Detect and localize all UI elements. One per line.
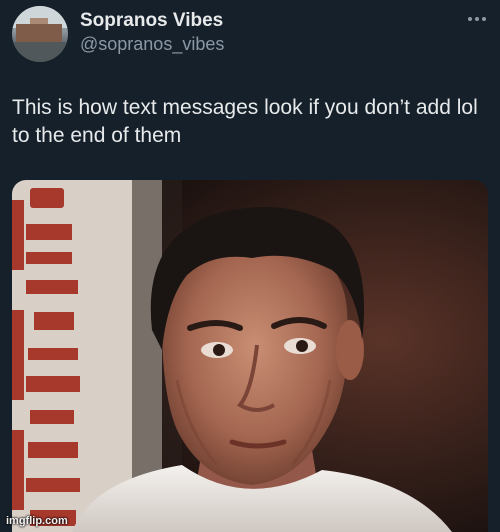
ear (336, 320, 364, 380)
photo-illustration (12, 180, 488, 532)
more-dot (475, 17, 479, 21)
more-dot (482, 17, 486, 21)
author-display-name[interactable]: Sopranos Vibes (80, 10, 223, 32)
tweet-card: Sopranos Vibes @sopranos_vibes This is h… (0, 0, 500, 532)
tweet-text: This is how text messages look if you do… (12, 96, 478, 147)
more-dot (468, 17, 472, 21)
tweet-media-photo[interactable] (12, 180, 488, 532)
avatar-building (16, 24, 62, 42)
avatar-road (12, 42, 68, 62)
author-handle[interactable]: @sopranos_vibes (80, 34, 224, 55)
author-avatar[interactable] (12, 6, 68, 62)
imgflip-watermark: imgflip.com (6, 515, 68, 527)
more-options-icon[interactable] (464, 6, 490, 32)
